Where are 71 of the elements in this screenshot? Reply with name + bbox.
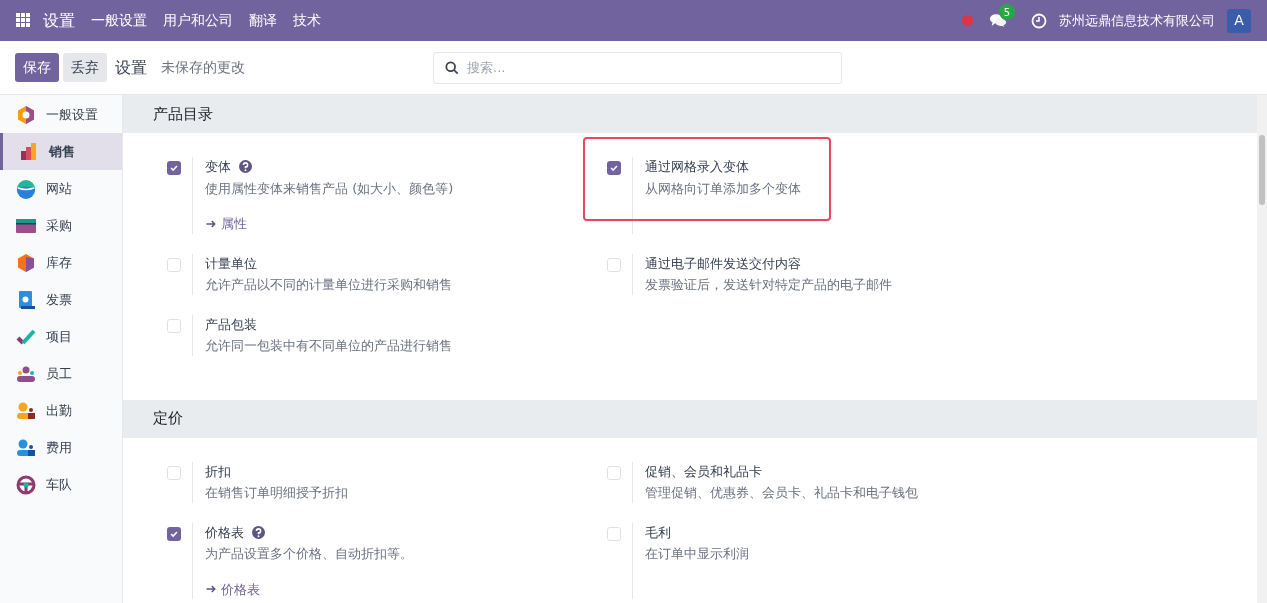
check-icon <box>169 163 179 173</box>
unsaved-status: 未保存的更改 <box>161 58 245 77</box>
checkbox[interactable] <box>607 257 621 272</box>
checkbox[interactable] <box>167 257 181 272</box>
setting-description: 允许产品以不同的计量单位进行采购和销售 <box>205 276 452 294</box>
company-name[interactable]: 苏州远鼎信息技术有限公司 <box>1059 10 1215 31</box>
setting-description: 发票验证后，发送针对特定产品的电子邮件 <box>645 276 892 294</box>
breadcrumb: 设置 <box>115 56 147 79</box>
money-person-icon <box>16 437 36 458</box>
cube-icon <box>16 252 36 273</box>
section-header: 产品目录 <box>123 95 1257 133</box>
sidebar-item[interactable]: 出勤 <box>0 392 122 429</box>
setting-description: 允许同一包装中有不同单位的产品进行销售 <box>205 337 452 355</box>
setting-title: 计量单位 <box>205 254 257 273</box>
setting-description: 管理促销、优惠券、会员卡、礼品卡和电子钱包 <box>645 484 918 502</box>
help-icon[interactable] <box>252 525 265 539</box>
steering-wheel-icon <box>16 474 36 495</box>
sidebar-item[interactable]: 项目 <box>0 318 122 355</box>
save-button[interactable]: 保存 <box>15 53 59 82</box>
setting-description: 从网格向订单添加多个变体 <box>645 179 801 198</box>
bar-chart-icon <box>19 141 39 162</box>
setting-title: 毛利 <box>645 523 671 542</box>
sidebar-item[interactable]: 网站 <box>0 170 122 207</box>
invoice-icon <box>16 289 36 310</box>
search-icon <box>445 60 459 75</box>
clock-person-icon <box>16 400 36 421</box>
setting-description: 在订单中显示利润 <box>645 545 749 563</box>
check-icon <box>609 163 619 173</box>
setting-title: 价格表 <box>205 523 244 542</box>
checkbox[interactable] <box>167 465 181 480</box>
user-avatar[interactable]: A <box>1227 8 1251 33</box>
app-title[interactable]: 设置 <box>43 8 75 33</box>
discard-button[interactable]: 丢弃 <box>63 53 107 82</box>
checkbox[interactable] <box>607 465 621 480</box>
clock-icon[interactable] <box>1031 12 1047 29</box>
help-icon[interactable] <box>239 160 252 174</box>
menu-item[interactable]: 技术 <box>293 10 321 31</box>
section-header: 定价 <box>123 399 1257 438</box>
checkbox[interactable] <box>167 161 181 175</box>
setting-description: 为产品设置多个价格、自动折扣等。 <box>205 545 413 563</box>
search-field[interactable]: 搜索... <box>433 51 842 84</box>
sidebar-item[interactable]: 车队 <box>0 466 122 503</box>
sidebar-item[interactable]: 发票 <box>0 281 122 318</box>
setting-description: 使用属性变体来销售产品 (如大小、颜色等) <box>205 179 454 198</box>
menu-item[interactable]: 翻译 <box>249 10 277 31</box>
attributes-link[interactable]: 价格表 <box>205 579 413 599</box>
sidebar-item[interactable]: 员工 <box>0 355 122 392</box>
scrollbar[interactable] <box>1257 95 1267 603</box>
menu-item[interactable]: 用户和公司 <box>163 10 233 31</box>
checkbox[interactable] <box>607 161 621 175</box>
app-grid-icon[interactable] <box>16 13 31 28</box>
sidebar-item[interactable]: 库存 <box>0 244 122 281</box>
setting-title: 促销、会员和礼品卡 <box>645 462 762 481</box>
sidebar-item[interactable]: 销售 <box>0 133 122 170</box>
setting-title: 通过电子邮件发送交付内容 <box>645 254 801 273</box>
message-count-badge: 5 <box>999 4 1015 20</box>
setting-title: 变体 <box>205 158 231 176</box>
sidebar-item[interactable]: 采购 <box>0 207 122 244</box>
sidebar-item[interactable]: 一般设置 <box>0 96 122 133</box>
setting-description: 在销售订单明细授予折扣 <box>205 484 348 502</box>
checkbox[interactable] <box>607 526 621 541</box>
sidebar-item[interactable]: 费用 <box>0 429 122 466</box>
menu-item[interactable]: 一般设置 <box>91 10 147 31</box>
setting-title: 通过网格录入变体 <box>645 158 749 176</box>
attributes-link[interactable]: 属性 <box>205 214 454 234</box>
hexagon-icon <box>16 104 36 125</box>
checkbox[interactable] <box>167 526 181 541</box>
checkbox[interactable] <box>167 318 181 333</box>
setting-title: 折扣 <box>205 462 231 481</box>
globe-icon <box>16 178 36 199</box>
setting-title: 产品包装 <box>205 315 257 334</box>
